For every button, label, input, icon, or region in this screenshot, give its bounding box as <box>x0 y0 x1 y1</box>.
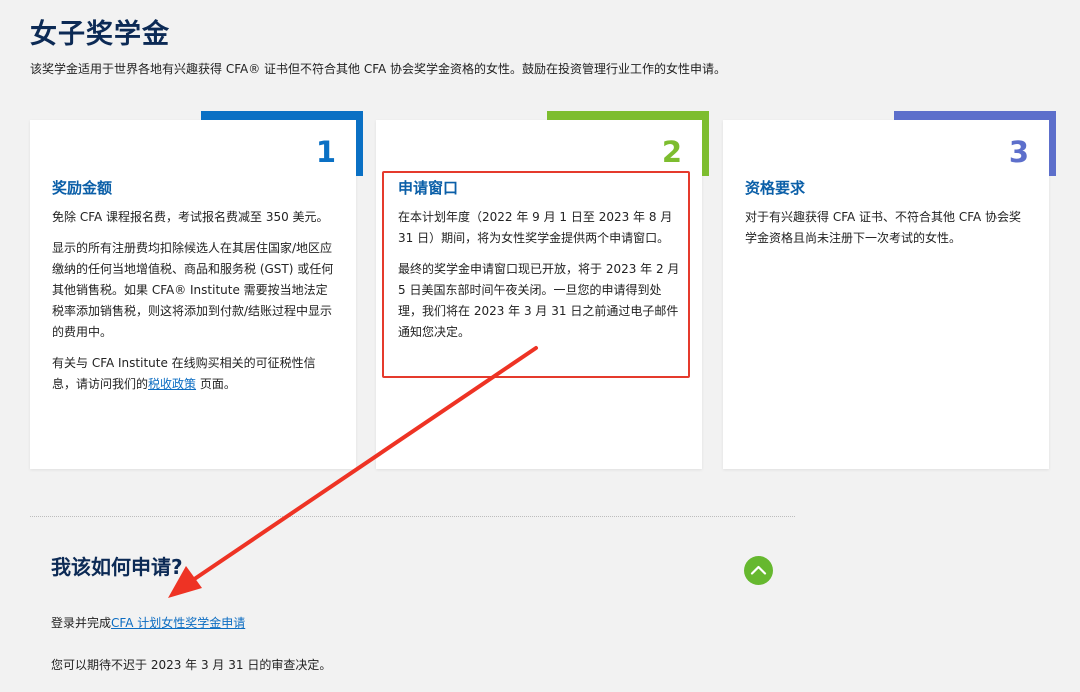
tax-policy-link[interactable]: 税收政策 <box>148 377 196 391</box>
how-to-apply-title: 我该如何申请? <box>51 555 183 579</box>
card-paragraph: 对于有兴趣获得 CFA 证书、不符合其他 CFA 协会奖学金资格且尚未注册下一次… <box>745 210 1022 245</box>
card-accent-border <box>894 111 1056 176</box>
card-number: 3 <box>1008 135 1029 169</box>
card-paragraph: 免除 CFA 课程报名费，考试报名费减至 350 美元。 <box>52 210 329 224</box>
scholarship-application-link[interactable]: CFA 计划女性奖学金申请 <box>111 616 245 630</box>
card-accent-border <box>547 111 709 176</box>
card-accent-border <box>201 111 363 176</box>
card-award-amount: 1 奖励金额 免除 CFA 课程报名费，考试报名费减至 350 美元。 显示的所… <box>30 111 363 469</box>
card-paragraph: 显示的所有注册费均扣除候选人在其居住国家/地区应缴纳的任何当地增值税、商品和服务… <box>52 241 334 339</box>
card-paragraph: 有关与 CFA Institute 在线购买相关的可征税性信息，请访问我们的税收… <box>52 353 336 395</box>
card-number: 2 <box>661 135 682 169</box>
collapse-toggle-button[interactable] <box>744 556 773 585</box>
card-heading: 资格要求 <box>745 179 806 197</box>
card-eligibility: 3 资格要求 对于有兴趣获得 CFA 证书、不符合其他 CFA 协会奖学金资格且… <box>723 111 1056 469</box>
how-to-apply-step: 登录并完成CFA 计划女性奖学金申请 <box>51 614 245 631</box>
page-intro: 该奖学金适用于世界各地有兴趣获得 CFA® 证书但不符合其他 CFA 协会奖学金… <box>30 62 727 76</box>
card-number: 1 <box>315 135 336 169</box>
decision-date-text: 您可以期待不迟于 2023 年 3 月 31 日的审查决定。 <box>51 658 332 672</box>
annotation-highlight-box <box>382 171 690 378</box>
chevron-up-icon <box>750 565 767 575</box>
step-text: 登录并完成 <box>51 616 112 630</box>
card-body: 免除 CFA 课程报名费，考试报名费减至 350 美元。 显示的所有注册费均扣除… <box>52 207 336 405</box>
card-heading: 奖励金额 <box>52 179 113 197</box>
paragraph-text: 页面。 <box>199 377 236 391</box>
card-body: 对于有兴趣获得 CFA 证书、不符合其他 CFA 协会奖学金资格且尚未注册下一次… <box>745 207 1029 259</box>
page-title: 女子奖学金 <box>30 19 170 50</box>
section-divider <box>30 516 795 517</box>
